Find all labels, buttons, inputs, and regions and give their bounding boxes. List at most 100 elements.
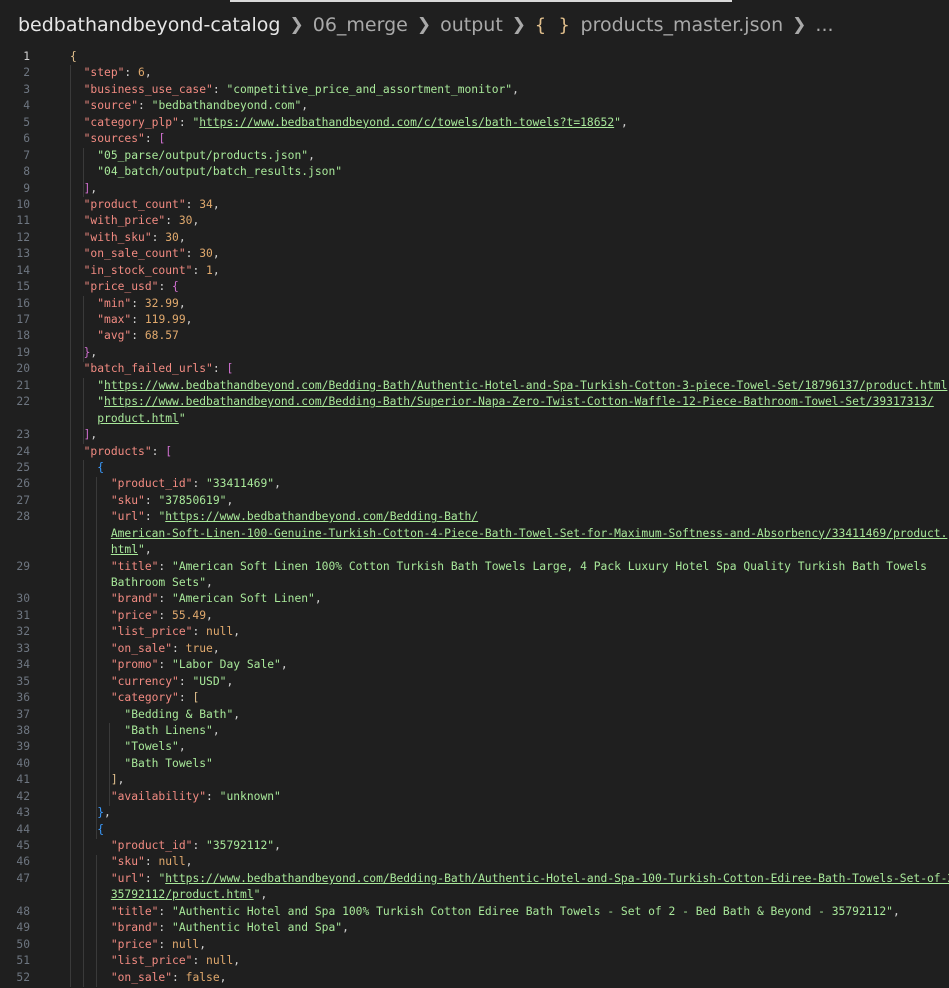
code-line[interactable]: 27 "sku": "37850619",	[0, 493, 949, 509]
code-token: "bedbathandbeyond.com"	[151, 99, 302, 113]
code-line[interactable]: 12 "with_sku": 30,	[0, 230, 949, 246]
code-line[interactable]: 26 "product_id": "33411469",	[0, 476, 949, 492]
code-line[interactable]: 48 "title": "Authentic Hotel and Spa 100…	[0, 904, 949, 920]
code-line[interactable]: 46 "sku": null,	[0, 854, 949, 870]
code-editor[interactable]: 1{2 "step": 6, 3 "business_use_case": "co…	[0, 49, 949, 987]
code-line[interactable]: html",	[0, 542, 949, 558]
code-token: :	[178, 115, 193, 129]
line-number: 2	[23, 66, 30, 80]
code-token: "	[614, 115, 621, 129]
code-line[interactable]: 49 "brand": "Authentic Hotel and Spa",	[0, 920, 949, 936]
code-token: "on_sale_count"	[83, 247, 186, 261]
breadcrumb-symbols[interactable]: ...	[815, 14, 833, 36]
code-line[interactable]: 7 "05_parse/output/products.json",	[0, 148, 949, 164]
code-line[interactable]: 4 "source": "bedbathandbeyond.com",	[0, 98, 949, 114]
code-line[interactable]: 17 "max": 119.99,	[0, 312, 949, 328]
code-text: "title": "Authentic Hotel and Spa 100% T…	[70, 904, 900, 920]
code-token: ,	[178, 230, 186, 244]
code-line[interactable]: 52 "on_sale": false,	[0, 970, 949, 986]
code-line[interactable]: 47 "url": "https://www.bedbathandbeyond.…	[0, 871, 949, 887]
code-line[interactable]: 20 "batch_failed_urls": [	[0, 361, 949, 377]
code-line[interactable]: 51 "list_price": null,	[0, 953, 949, 969]
code-text: "on_sale": true,	[70, 641, 220, 657]
code-line[interactable]: 25 {	[0, 460, 949, 476]
code-line[interactable]: 35 "currency": "USD",	[0, 674, 949, 690]
code-line[interactable]: 13 "on_sale_count": 30,	[0, 246, 949, 262]
code-token: null	[206, 625, 234, 639]
code-line[interactable]: 50 "price": null,	[0, 937, 949, 953]
code-token: :	[151, 230, 166, 244]
code-line[interactable]: 43 },	[0, 805, 949, 821]
code-line[interactable]: 10 "product_count": 34,	[0, 197, 949, 213]
code-line[interactable]: product.html"	[0, 411, 949, 427]
code-line[interactable]: 2 "step": 6,	[0, 65, 949, 81]
code-text: "business_use_case": "competitive_price_…	[70, 82, 519, 98]
code-line[interactable]: 14 "in_stock_count": 1,	[0, 263, 949, 279]
code-line[interactable]: 45 "product_id": "35792112",	[0, 838, 949, 854]
code-line[interactable]: American-Soft-Linen-100-Genuine-Turkish-…	[0, 526, 949, 542]
code-line[interactable]: 11 "with_price": 30,	[0, 213, 949, 229]
code-line[interactable]: 30 "brand": "American Soft Linen",	[0, 591, 949, 607]
code-text: "sources": [	[70, 131, 166, 147]
code-line[interactable]: 38 "Bath Linens",	[0, 723, 949, 739]
code-line[interactable]: 34 "promo": "Labor Day Sale",	[0, 657, 949, 673]
code-line[interactable]: 32 "list_price": null,	[0, 624, 949, 640]
code-line[interactable]: 36 "category": [	[0, 690, 949, 706]
code-token: :	[131, 296, 145, 310]
code-line[interactable]: 18 "avg": 68.57	[0, 328, 949, 344]
code-token: :	[192, 263, 207, 277]
line-number: 12	[16, 230, 30, 244]
code-line[interactable]: 8 "04_batch/output/batch_results.json"	[0, 164, 949, 180]
code-token: ,	[233, 707, 241, 721]
code-line[interactable]: 40 "Bath Towels"	[0, 756, 949, 772]
line-number: 40	[16, 756, 30, 770]
code-line[interactable]: 31 "price": 55.49,	[0, 608, 949, 624]
code-token: ,	[212, 723, 220, 737]
code-token: ,	[90, 428, 98, 442]
code-line[interactable]: 1{	[0, 49, 949, 65]
code-token: 35792112/product.html	[110, 888, 254, 902]
code-text: "promo": "Labor Day Sale",	[70, 657, 288, 673]
code-line[interactable]: 41 ],	[0, 772, 949, 788]
line-number: 41	[16, 773, 30, 787]
code-text: "with_sku": 30,	[70, 230, 186, 246]
line-number: 26	[16, 477, 30, 491]
code-token: "price"	[110, 608, 159, 622]
breadcrumb-file[interactable]: products_master.json	[581, 14, 784, 36]
code-line[interactable]: 16 "min": 32.99,	[0, 296, 949, 312]
code-line[interactable]: 33 "on_sale": true,	[0, 641, 949, 657]
code-line[interactable]: 23 ],	[0, 427, 949, 443]
code-line[interactable]: 19 },	[0, 345, 949, 361]
code-token: https://www.bedbathandbeyond.com/Bedding…	[165, 510, 479, 524]
line-number: 47	[16, 871, 30, 885]
code-line[interactable]: 15 "price_usd": {	[0, 279, 949, 295]
code-line[interactable]: 37 "Bedding & Bath",	[0, 707, 949, 723]
code-line[interactable]: 29 "title": "American Soft Linen 100% Co…	[0, 559, 949, 575]
breadcrumb-folder-merge[interactable]: 06_merge	[313, 14, 408, 36]
code-line[interactable]: 28 "url": "https://www.bedbathandbeyond.…	[0, 509, 949, 525]
code-line[interactable]: 6 "sources": [	[0, 131, 949, 147]
code-token: "	[178, 411, 186, 425]
breadcrumb-project[interactable]: bedbathandbeyond-catalog	[18, 14, 280, 36]
code-line[interactable]: 21 "https://www.bedbathandbeyond.com/Bed…	[0, 378, 949, 394]
code-token: "04_batch/output/batch_results.json"	[97, 165, 343, 179]
code-line[interactable]: 42 "availability": "unknown"	[0, 789, 949, 805]
code-line[interactable]: 3 "business_use_case": "competitive_pric…	[0, 82, 949, 98]
code-text: "url": "https://www.bedbathandbeyond.com…	[70, 509, 478, 525]
code-line[interactable]: 24 "products": [	[0, 444, 949, 460]
code-token: :	[158, 559, 173, 573]
code-line[interactable]: 9 ],	[0, 181, 949, 197]
code-line[interactable]: Bathroom Sets",	[0, 575, 949, 591]
code-line[interactable]: 44 {	[0, 822, 949, 838]
code-line[interactable]: 22 "https://www.bedbathandbeyond.com/Bed…	[0, 394, 949, 410]
code-line[interactable]: 39 "Towels",	[0, 739, 949, 755]
code-line[interactable]: 35792112/product.html",	[0, 887, 949, 903]
breadcrumb-folder-output[interactable]: output	[440, 14, 503, 36]
code-line[interactable]: 5 "category_plp": "https://www.bedbathan…	[0, 115, 949, 131]
